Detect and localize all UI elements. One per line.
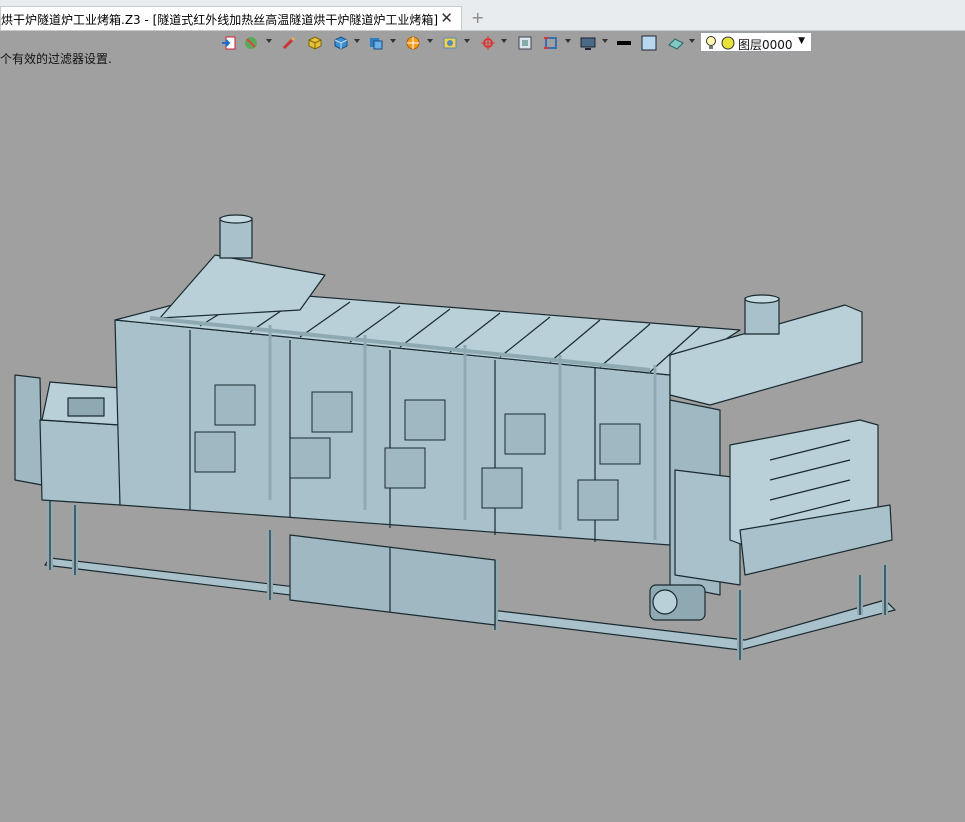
monitor-icon[interactable] [578,34,598,52]
orange-sphere-icon[interactable] [403,34,423,52]
snapshot-icon[interactable] [440,34,460,52]
layer-select[interactable]: 图层0000 ▼ [700,32,812,52]
axis-cross-icon[interactable] [478,34,498,52]
cube-icon[interactable] [331,34,351,52]
solid-box-icon[interactable] [305,34,325,52]
color-paint-icon[interactable] [241,34,261,52]
layer-color-icon[interactable] [721,36,735,53]
lightbulb-icon[interactable] [705,35,717,54]
tab-document[interactable]: 烘干炉隧道炉工业烤箱.Z3 - [隧道式红外线加热丝高温隧道烘干炉隧道炉工业烤箱… [0,6,462,30]
tab-title: 烘干炉隧道炉工业烤箱.Z3 - [隧道式红外线加热丝高温隧道烘干炉隧道炉工业烤箱… [1,13,438,27]
add-tab-icon[interactable]: + [471,8,484,27]
red-frame-icon[interactable] [541,34,561,52]
frame-icon[interactable] [515,34,535,52]
import-icon[interactable] [219,34,239,52]
eraser-icon[interactable] [666,34,686,52]
layer-cube-icon[interactable] [366,34,386,52]
brush-icon[interactable] [279,34,299,52]
chevron-down-icon[interactable]: ▼ [798,36,805,46]
fill-square-icon[interactable] [639,34,659,52]
tab-bar: 烘干炉隧道炉工业烤箱.Z3 - [隧道式红外线加热丝高温隧道烘干炉隧道炉工业烤箱… [0,0,965,31]
model-viewport[interactable] [0,60,965,819]
line-style-icon[interactable] [614,34,634,52]
tunnel-oven-model [14,214,896,660]
layer-value: 图层0000 [738,38,793,52]
view-toolbar: 图层0000 ▼ [215,32,815,54]
close-icon[interactable]: ✕ [440,9,453,27]
